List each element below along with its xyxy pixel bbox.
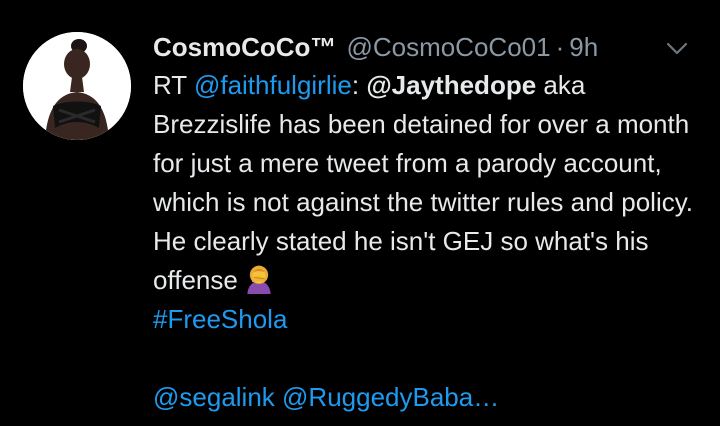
tweet-main-paragraph: RT @faithfulgirlie: @Jaythedope aka Brez… [153, 66, 698, 300]
tweet-header: CosmoCoCo™ @CosmoCoCo01 · 9h [153, 30, 598, 64]
mentions-line: @segalink @RuggedyBaba… [153, 378, 698, 417]
avatar-photo [23, 32, 131, 140]
tweet-text: RT @faithfulgirlie: @Jaythedope aka Brez… [153, 66, 698, 417]
user-handle[interactable]: @CosmoCoCo01 [346, 30, 550, 64]
avatar[interactable] [23, 32, 131, 140]
mention-jaythedope[interactable]: @Jaythedope [366, 70, 536, 100]
tweet-card[interactable]: CosmoCoCo™ @CosmoCoCo01 · 9h RT @faithfu… [0, 0, 720, 426]
woman-facepalming-icon [247, 265, 271, 294]
chevron-down-icon[interactable] [665, 38, 689, 58]
hashtag-freeshola[interactable]: #FreeShola [153, 300, 698, 339]
colon-text: : [351, 70, 360, 100]
tweet-body-text: aka Brezzislife has been detained for ov… [153, 70, 694, 295]
mention-segalink[interactable]: @segalink [153, 382, 275, 412]
mention-ruggedybaba[interactable]: @RuggedyBaba… [282, 382, 499, 412]
retweet-prefix: RT [153, 70, 187, 100]
timestamp[interactable]: 9h [569, 30, 598, 64]
mention-faithfulgirlie[interactable]: @faithfulgirlie [194, 70, 352, 100]
separator-dot: · [555, 32, 565, 62]
display-name[interactable]: CosmoCoCo™ [153, 30, 336, 64]
